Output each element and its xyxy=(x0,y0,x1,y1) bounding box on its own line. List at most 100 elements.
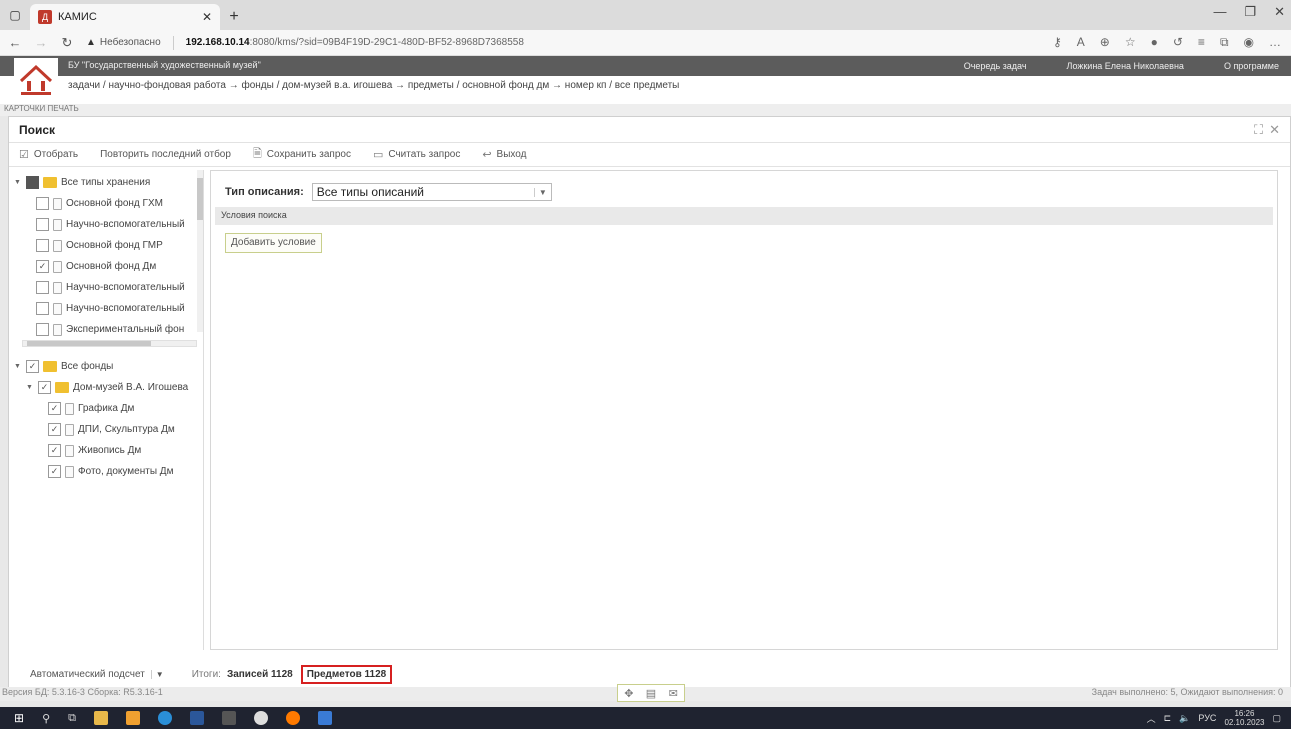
description-type-select[interactable]: Все типы описаний ▼ xyxy=(311,183,552,201)
volume-icon[interactable]: 🔈 xyxy=(1179,713,1190,724)
favorites-list-icon[interactable]: ≡ xyxy=(1198,35,1205,50)
breadcrumb[interactable]: задачи / научно-фондовая работа → фонды … xyxy=(68,80,679,91)
menu-row[interactable]: КАРТОЧКИ ПЕЧАТЬ xyxy=(0,104,1291,116)
refresh-extension-icon[interactable]: ↺ xyxy=(1173,35,1183,50)
edge-icon[interactable] xyxy=(157,711,172,725)
checkbox[interactable] xyxy=(36,302,49,315)
key-icon[interactable]: ⚷ xyxy=(1053,35,1062,50)
tree-item[interactable]: ✓ Основной фонд Дм xyxy=(14,256,197,277)
checkbox[interactable] xyxy=(36,323,49,336)
vertical-scrollbar[interactable] xyxy=(197,170,203,332)
save-query-button[interactable]: 🗎 Сохранить запрос xyxy=(253,145,351,164)
repeat-last-button[interactable]: Повторить последний отбор xyxy=(100,149,231,160)
expand-arrow-icon[interactable]: ▼ xyxy=(14,363,22,370)
select-button[interactable]: ☑ Отобрать xyxy=(19,148,78,161)
exit-button[interactable]: ↩ Выход xyxy=(482,148,526,161)
items-count: Предметов 1128 xyxy=(300,665,393,684)
checkbox-checked[interactable]: ✓ xyxy=(48,402,61,415)
tree-item[interactable]: Научно-вспомогательный xyxy=(14,214,197,235)
browser-tab[interactable]: Д КАМИС ✕ xyxy=(30,4,220,30)
storage-type-tree: ▼ Все типы хранения Основной фонд ГХМ На… xyxy=(14,172,197,340)
extension-icon[interactable]: ● xyxy=(1151,35,1158,50)
tree-item[interactable]: Научно-вспомогательный xyxy=(14,298,197,319)
tree-item-museum[interactable]: ▼ ✓ Дом-музей В.А. Игошева xyxy=(14,377,204,398)
yandex-icon[interactable] xyxy=(253,711,268,725)
horizontal-scrollbar[interactable] xyxy=(22,340,197,347)
tree-item[interactable]: Основной фонд ГМР xyxy=(14,235,197,256)
close-window-icon[interactable]: ✕ xyxy=(1274,4,1285,20)
close-dialog-icon[interactable]: ✕ xyxy=(1269,122,1280,138)
restore-icon[interactable]: ❐ xyxy=(1244,4,1256,20)
search-icon[interactable]: ⚲ xyxy=(42,712,50,725)
checkbox-checked[interactable]: ✓ xyxy=(38,381,51,394)
document-icon xyxy=(53,260,62,273)
url-field[interactable]: 192.168.10.14:8080/kms/?sid=09B4F19D-29C… xyxy=(186,37,524,48)
minimize-icon[interactable]: — xyxy=(1213,4,1226,20)
checkbox[interactable] xyxy=(36,281,49,294)
conditions-header: Условия поиска xyxy=(215,207,1273,225)
tree-item[interactable]: Научно-вспомогательный xyxy=(14,277,197,298)
notifications-icon[interactable]: ▢ xyxy=(1272,713,1281,724)
tab-actions-icon[interactable]: ▢ xyxy=(0,0,30,30)
mail-icon[interactable]: ✉ xyxy=(669,687,678,700)
file-explorer-icon[interactable] xyxy=(93,711,108,725)
document-icon xyxy=(65,402,74,415)
move-icon[interactable]: ✥ xyxy=(624,687,633,700)
auto-count-dropdown[interactable]: ▼ xyxy=(150,670,164,679)
zoom-icon[interactable]: ⊕ xyxy=(1100,35,1110,50)
checkbox[interactable] xyxy=(36,218,49,231)
checkbox-checked[interactable]: ✓ xyxy=(48,444,61,457)
checkbox-checked[interactable]: ✓ xyxy=(26,360,39,373)
chevron-up-icon[interactable]: ︿ xyxy=(1147,712,1156,725)
word-icon[interactable] xyxy=(189,711,204,725)
task-view-icon[interactable]: ⧉ xyxy=(68,712,76,725)
tree-item[interactable]: ✓ Фото, документы Дм xyxy=(14,461,204,482)
tree-item[interactable]: ✓ Графика Дм xyxy=(14,398,204,419)
tree-item[interactable]: ✓ ДПИ, Скульптура Дм xyxy=(14,419,204,440)
checkbox[interactable] xyxy=(36,239,49,252)
collections-icon[interactable]: ⧉ xyxy=(1220,35,1229,50)
network-icon[interactable]: ⊏ xyxy=(1164,713,1172,724)
document-icon xyxy=(65,444,74,457)
maximize-icon[interactable]: ⛶ xyxy=(1254,122,1263,138)
status-tools: ✥ ▤ ✉ xyxy=(617,684,685,702)
clock[interactable]: 16:26 02.10.2023 xyxy=(1224,709,1264,727)
load-query-button[interactable]: ▭ Считать запрос xyxy=(373,148,460,161)
checkbox-checked[interactable]: ✓ xyxy=(36,260,49,273)
tree-item[interactable]: ✓ Живопись Дм xyxy=(14,440,204,461)
profile-icon[interactable]: ◉ xyxy=(1244,35,1254,50)
favorite-icon[interactable]: ☆ xyxy=(1125,35,1136,50)
checkbox-checked[interactable]: ✓ xyxy=(48,423,61,436)
language-indicator[interactable]: РУС xyxy=(1198,713,1216,723)
task-queue-link[interactable]: Очередь задач xyxy=(964,61,1027,71)
add-condition-button[interactable]: Добавить условие xyxy=(225,233,322,253)
reload-icon[interactable]: ↻ xyxy=(60,35,74,51)
back-icon[interactable]: ← xyxy=(8,35,22,50)
firefox-icon[interactable] xyxy=(285,711,300,725)
about-link[interactable]: О программе xyxy=(1224,61,1279,71)
user-name[interactable]: Ложкина Елена Николаевна xyxy=(1067,61,1184,71)
photos-icon[interactable] xyxy=(317,711,332,725)
checkbox[interactable] xyxy=(36,197,49,210)
list-icon[interactable]: ▤ xyxy=(646,687,656,700)
close-tab-icon[interactable]: ✕ xyxy=(202,10,212,24)
checkbox[interactable] xyxy=(26,176,39,189)
tree-root-funds[interactable]: ▼ ✓ Все фонды xyxy=(14,356,204,377)
expand-arrow-icon[interactable]: ▼ xyxy=(26,384,34,391)
forward-icon[interactable]: → xyxy=(34,35,48,50)
more-icon[interactable]: … xyxy=(1269,35,1281,50)
dialog-footer: Автоматический подсчет ▼ Итоги: Записей … xyxy=(30,665,393,684)
open-icon: ▭ xyxy=(372,149,384,161)
app-icon[interactable] xyxy=(125,711,140,725)
read-aloud-icon[interactable]: A xyxy=(1077,35,1085,50)
checkbox-checked[interactable]: ✓ xyxy=(48,465,61,478)
os-taskbar: ⊞ ⚲ ⧉ ︿ ⊏ 🔈 РУС 16:26 02.10.2023 ▢ xyxy=(0,707,1291,729)
expand-arrow-icon[interactable]: ▼ xyxy=(14,179,22,186)
calculator-icon[interactable] xyxy=(221,711,236,725)
start-icon[interactable]: ⊞ xyxy=(14,711,24,725)
new-tab-button[interactable]: + xyxy=(220,4,248,30)
tree-root-storage[interactable]: ▼ Все типы хранения xyxy=(14,172,197,193)
security-indicator[interactable]: ▲ Небезопасно xyxy=(86,37,161,48)
tree-item[interactable]: Экспериментальный фон xyxy=(14,319,197,340)
tree-item[interactable]: Основной фонд ГХМ xyxy=(14,193,197,214)
